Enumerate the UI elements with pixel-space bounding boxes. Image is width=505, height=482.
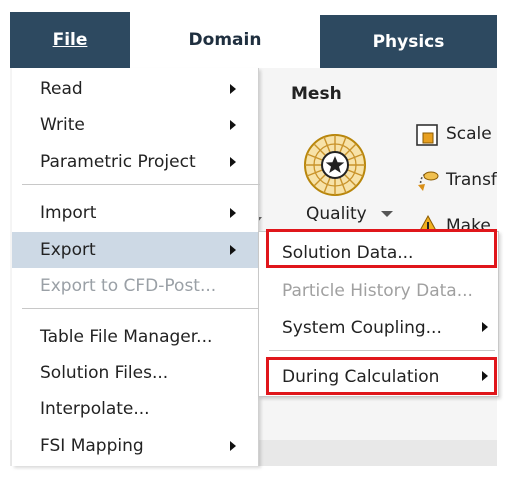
ribbon-right-items: Scale Transform Make [415,110,497,235]
ribbon-tab-bar: File Domain Physics [10,12,497,68]
ribbon-item-scale[interactable]: Scale [415,121,492,147]
menu-item-import[interactable]: Import [12,196,258,230]
submenu-arrow-icon [230,245,236,255]
tab-physics-label: Physics [372,31,445,52]
scale-icon [415,121,441,147]
submenu-item-system-coupling-label: System Coupling... [282,318,442,338]
ribbon-group-title: Mesh [291,84,342,104]
menu-item-solution-files-label: Solution Files... [40,363,169,383]
menu-item-interpolate[interactable]: Interpolate... [12,392,258,426]
ribbon-item-transform-label: Transform [446,170,497,190]
menu-item-fsi-mapping[interactable]: FSI Mapping [12,429,258,463]
tab-physics[interactable]: Physics [320,15,497,68]
menu-item-parametric-project-label: Parametric Project [40,152,196,172]
submenu-item-system-coupling[interactable]: System Coupling... [259,310,498,344]
menu-item-export-label: Export [40,240,96,260]
menu-item-parametric-project[interactable]: Parametric Project [12,145,258,179]
menu-item-export[interactable]: Export [12,232,258,268]
menu-item-interpolate-label: Interpolate... [40,399,150,419]
annotation-highlight-during-calculation [266,357,497,395]
submenu-arrow-icon [230,157,236,167]
menu-item-import-label: Import [40,203,97,223]
menu-item-table-file-manager-label: Table File Manager... [40,327,213,347]
ribbon-item-transform[interactable]: Transform [415,167,497,193]
tab-domain[interactable]: Domain [130,12,320,68]
tab-file-label: File [52,30,88,50]
menu-separator [22,184,260,185]
menu-item-solution-files[interactable]: Solution Files... [12,356,258,390]
quality-dropdown-caret-icon[interactable] [381,211,393,217]
menu-item-write[interactable]: Write [12,108,258,142]
menu-item-export-to-cfd-post-label: Export to CFD-Post... [40,276,217,296]
mesh-quality-icon[interactable] [300,130,370,200]
menu-separator [22,308,260,309]
submenu-item-particle-history-data[interactable]: Particle History Data... [259,273,498,307]
mesh-quality-label[interactable]: Quality [306,204,367,224]
menu-item-write-label: Write [40,115,85,135]
transform-icon [415,167,441,193]
annotation-highlight-solution-data [266,229,497,268]
tab-domain-label: Domain [188,30,262,50]
menu-item-fsi-mapping-label: FSI Mapping [40,436,144,456]
submenu-arrow-icon [230,120,236,130]
menu-item-read-label: Read [40,79,83,99]
submenu-separator [269,350,495,351]
ribbon-item-scale-label: Scale [446,124,492,144]
submenu-arrow-icon [230,84,236,94]
submenu-item-particle-history-data-label: Particle History Data... [282,281,473,301]
submenu-arrow-icon [230,208,236,218]
submenu-arrow-icon [230,441,236,451]
menu-item-export-to-cfd-post[interactable]: Export to CFD-Post... [12,269,258,303]
file-menu: Read Write Parametric Project Import Exp… [12,68,260,466]
menu-item-read[interactable]: Read [12,72,258,106]
submenu-arrow-icon [482,322,488,332]
menu-item-table-file-manager[interactable]: Table File Manager... [12,320,258,354]
tab-file[interactable]: File [10,12,130,68]
